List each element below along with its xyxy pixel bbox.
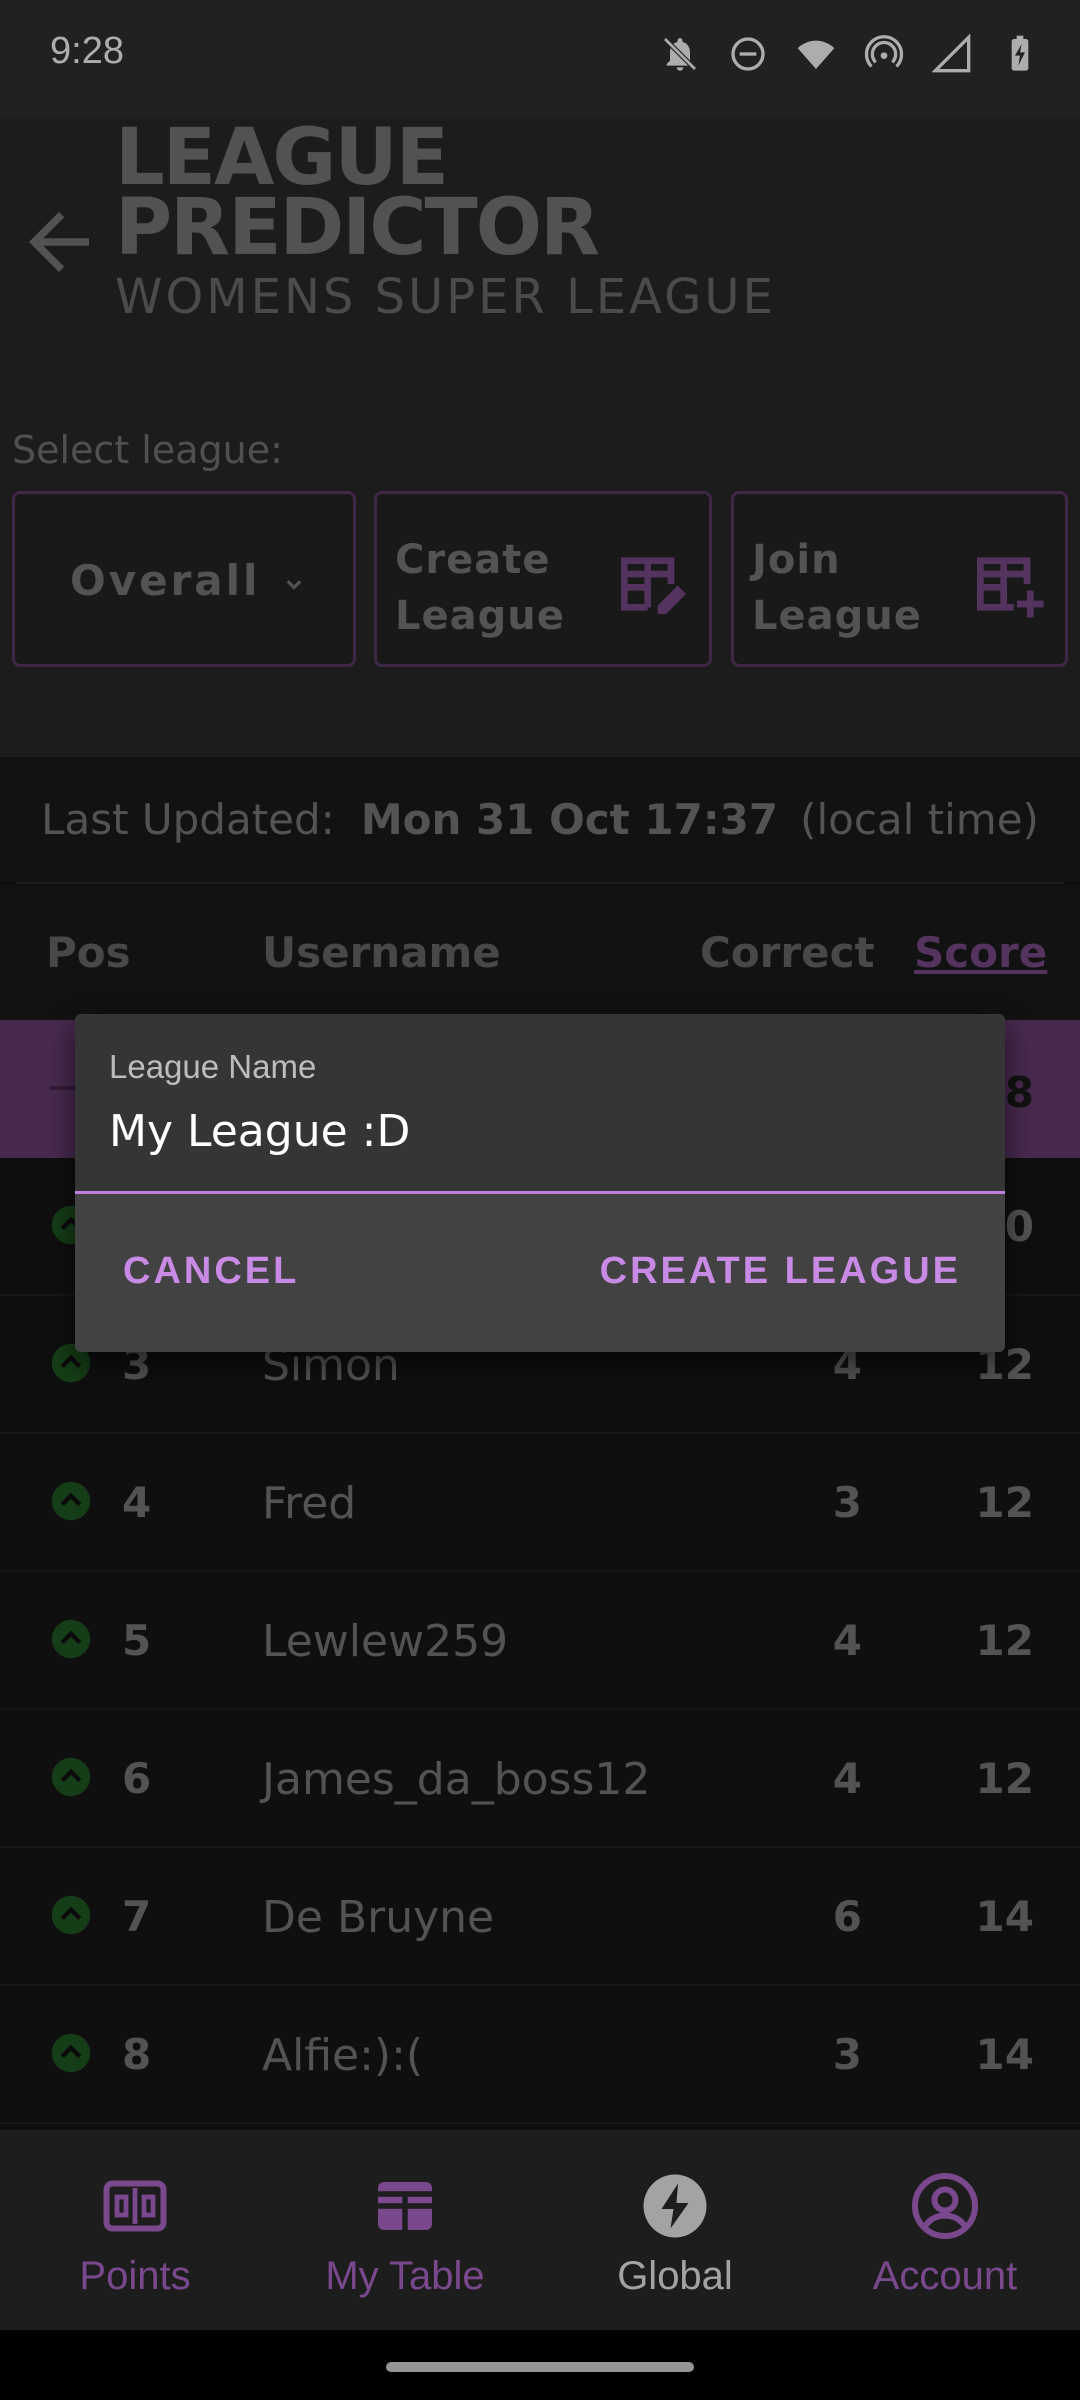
confirm-create-league-button[interactable]: CREATE LEAGUE: [600, 1250, 961, 1293]
app-screen: 9:28 LEAGUE PREDICTOR WOMENS SUPER LEAGU…: [0, 0, 1080, 2400]
league-name-input[interactable]: [109, 1106, 969, 1157]
create-league-dialog: League Name CANCEL CREATE LEAGUE: [75, 1014, 1005, 1352]
league-name-field[interactable]: League Name: [75, 1014, 1005, 1194]
league-name-label: League Name: [109, 1048, 317, 1085]
cancel-button[interactable]: CANCEL: [123, 1250, 299, 1293]
